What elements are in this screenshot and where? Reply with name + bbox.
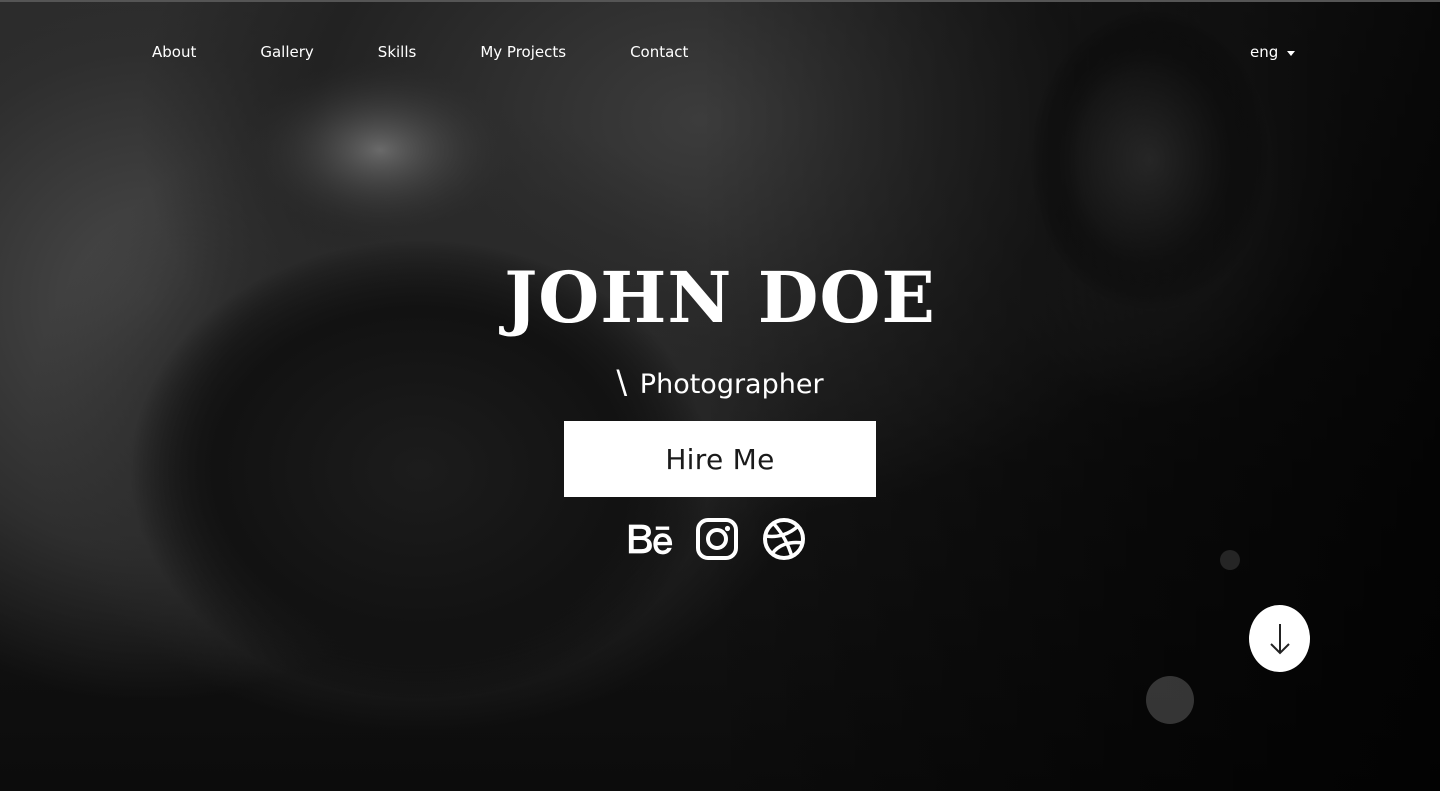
top-border xyxy=(0,0,1440,2)
behance-link[interactable] xyxy=(626,516,674,562)
nav-item-gallery[interactable]: Gallery xyxy=(260,41,313,63)
hero-name: JOHN DOE xyxy=(504,256,936,339)
behance-icon xyxy=(628,524,673,555)
caret-down-icon xyxy=(1287,50,1296,56)
nav-item-contact[interactable]: Contact xyxy=(630,41,688,63)
instagram-link[interactable] xyxy=(693,516,741,562)
hire-me-button[interactable]: Hire Me xyxy=(564,421,876,497)
social-links xyxy=(626,516,808,562)
language-dropdown[interactable]: eng xyxy=(1250,41,1296,63)
nav-item-my-projects[interactable]: My Projects xyxy=(480,41,566,63)
hero-role: \ Photographer xyxy=(0,362,1440,405)
role-label: Photographer xyxy=(639,369,824,400)
scroll-down-button[interactable] xyxy=(1249,605,1310,672)
main-nav: About Gallery Skills My Projects Contact xyxy=(152,41,752,63)
nav-item-about[interactable]: About xyxy=(152,41,196,63)
arrow-down-icon xyxy=(1269,623,1290,654)
dribbble-link[interactable] xyxy=(760,516,808,562)
instagram-icon xyxy=(696,518,738,560)
role-prefix: \ xyxy=(616,363,628,401)
language-label: eng xyxy=(1250,43,1279,61)
nav-item-skills[interactable]: Skills xyxy=(378,41,417,63)
dribbble-icon xyxy=(763,518,805,560)
hero-section: About Gallery Skills My Projects Contact… xyxy=(0,0,1440,791)
